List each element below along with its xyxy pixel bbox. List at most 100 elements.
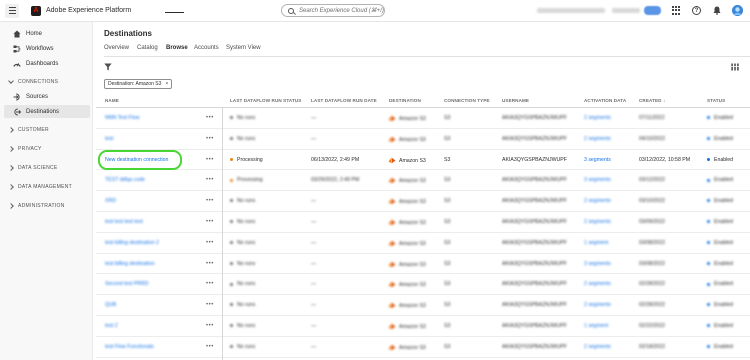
destination-name-link[interactable]: XRD xyxy=(105,198,116,204)
destination-name-link[interactable]: test billing destination 2 xyxy=(105,240,159,246)
apps-grid-icon[interactable] xyxy=(671,6,680,15)
help-icon[interactable]: ? xyxy=(692,6,701,15)
user-avatar[interactable] xyxy=(732,5,743,16)
tab-browse[interactable]: Browse xyxy=(166,45,188,51)
close-icon[interactable]: × xyxy=(165,81,168,87)
more-actions-icon[interactable]: ••• xyxy=(206,302,214,308)
table-row[interactable]: Second test PRRD ••• No runs — Amazon S3 S3 AK… xyxy=(96,274,750,296)
nav-home[interactable]: Home xyxy=(4,27,90,40)
hamburger-menu-icon[interactable] xyxy=(5,3,19,18)
adobe-logo[interactable]: A xyxy=(31,5,41,16)
run-date-cell: — xyxy=(311,219,317,225)
activation-data-link[interactable]: 2 segments xyxy=(584,115,611,121)
column-header-created[interactable]: CREATED ↓ xyxy=(639,98,665,103)
more-actions-icon[interactable]: ••• xyxy=(206,219,214,225)
nav-destinations-label: Destinations xyxy=(26,108,60,115)
more-actions-icon[interactable]: ••• xyxy=(206,344,214,350)
nav-destinations[interactable]: Destinations xyxy=(4,105,90,118)
activation-data-link[interactable]: 3 segments xyxy=(584,157,611,163)
destination-name-link[interactable]: test Flow Functionals xyxy=(105,344,154,350)
table-row[interactable]: test ••• No runs — Amazon S3 S3 AKIA3QYGSPBAZN… xyxy=(96,129,750,150)
column-header-run-date[interactable]: LAST DATAFLOW RUN DATE xyxy=(311,98,377,103)
amazon-s3-icon xyxy=(388,344,396,351)
destination-name-link[interactable]: test test test test xyxy=(105,219,143,225)
activation-data-link[interactable]: 1 segment xyxy=(584,240,608,246)
destination-name-link[interactable]: QUB xyxy=(105,302,116,308)
activation-data-link[interactable]: 2 segments xyxy=(584,281,611,287)
tab-catalog[interactable]: Catalog xyxy=(137,45,158,51)
activation-data-link[interactable]: 2 segments xyxy=(584,198,611,204)
column-header-activation-data[interactable]: ACTIVATION DATA xyxy=(584,98,626,103)
more-actions-icon[interactable]: ••• xyxy=(206,177,214,183)
table-row[interactable]: test billing destination ••• No runs — Amazo… xyxy=(96,254,750,275)
chevron-right-icon xyxy=(8,127,14,133)
column-settings-icon[interactable] xyxy=(731,63,740,71)
activation-data-link[interactable]: 2 segments xyxy=(584,219,611,225)
table-row[interactable]: XRD ••• No runs — Amazon S3 S3 AKIA3QYGSPBAZNJ… xyxy=(96,191,750,212)
sandbox-switcher[interactable] xyxy=(612,8,640,13)
tab-overview[interactable]: Overview xyxy=(104,45,129,51)
destination-name-link[interactable]: test xyxy=(105,136,113,142)
more-actions-icon[interactable]: ••• xyxy=(206,323,214,329)
activation-data-link[interactable]: 2 segments xyxy=(584,136,611,142)
section-connections[interactable]: CONNECTIONS xyxy=(8,78,58,85)
table-row[interactable]: test test test test ••• No runs — Amazon S3 S… xyxy=(96,212,750,233)
column-header-username[interactable]: USERNAME xyxy=(502,98,529,103)
tab-accounts[interactable]: Accounts xyxy=(194,45,219,51)
table-row[interactable]: test 2 ••• No runs — Amazon S3 S3 AKIA3QYGSPBA… xyxy=(96,316,750,337)
section-data-management[interactable]: DATA MANAGEMENT xyxy=(8,184,72,190)
column-header-name[interactable]: NAME xyxy=(105,98,119,103)
connection-type-cell: S3 xyxy=(444,239,451,246)
tab-system-view[interactable]: System View xyxy=(226,45,261,51)
destination-name-link[interactable]: test 2 xyxy=(105,323,118,329)
activation-data-link[interactable]: 1 segment xyxy=(584,323,608,329)
more-actions-icon[interactable]: ••• xyxy=(206,240,214,246)
destination-name-link[interactable]: Second test PRRD xyxy=(105,281,149,287)
column-header-run-status[interactable]: LAST DATAFLOW RUN STATUS xyxy=(230,98,301,103)
more-actions-icon[interactable]: ••• xyxy=(206,261,214,267)
table-row[interactable]: New destination connection ••• Processing 0… xyxy=(96,149,750,171)
destination-name-link[interactable]: NNN Test Flow xyxy=(105,115,140,121)
filter-icon[interactable] xyxy=(104,63,112,71)
activation-data-link[interactable]: 3 segments xyxy=(584,177,611,183)
nav-dashboards[interactable]: Dashboards xyxy=(4,57,90,70)
more-actions-icon[interactable]: ••• xyxy=(206,198,214,204)
table-row[interactable]: NNN Test Flow ••• No runs — Amazon S3 S3 AKIA3… xyxy=(96,108,750,129)
sandbox-badge[interactable] xyxy=(644,6,661,15)
table-row[interactable]: QUB ••• No runs — Amazon S3 S3 AKIA3QYGSPBAZNJ… xyxy=(96,295,750,316)
table-row[interactable]: test Flow Functionals ••• No runs — Amazon S… xyxy=(96,337,750,358)
table-row[interactable]: test billing destination 2 ••• No runs — Ama… xyxy=(96,233,750,254)
column-header-connection-type[interactable]: CONNECTION TYPE xyxy=(444,98,490,103)
more-actions-icon[interactable]: ••• xyxy=(206,281,214,287)
destination-name-link[interactable]: test billing destination xyxy=(105,261,155,267)
more-actions-icon[interactable]: ••• xyxy=(206,157,214,163)
nav-workflows[interactable]: Workflows xyxy=(4,42,90,55)
column-header-destination[interactable]: DESTINATION xyxy=(389,98,421,103)
more-actions-icon[interactable]: ••• xyxy=(206,115,214,121)
section-data-science[interactable]: DATA SCIENCE xyxy=(8,165,58,171)
app-title[interactable]: Adobe Experience Platform xyxy=(46,7,131,14)
run-date-cell: 06/13/2022, 2:49 PM xyxy=(311,156,360,163)
connection-type-cell: S3 xyxy=(444,302,451,309)
search-input[interactable]: Search Experience Cloud (⌘+/) xyxy=(281,4,385,17)
frozen-column-divider xyxy=(222,108,223,360)
notifications-bell-icon[interactable] xyxy=(712,6,721,15)
section-administration[interactable]: ADMINISTRATION xyxy=(8,203,65,209)
sort-descending-icon: ↓ xyxy=(662,98,666,103)
table-row[interactable]: TEST ddlqa code ••• Processing 03/29/2022, … xyxy=(96,170,750,192)
activation-data-link[interactable]: 3 segments xyxy=(584,261,611,267)
section-privacy[interactable]: PRIVACY xyxy=(8,146,42,152)
activation-data-link[interactable]: 2 segments xyxy=(584,344,611,350)
run-status-dot xyxy=(230,157,233,161)
destination-name-link[interactable]: TEST ddlqa code xyxy=(105,177,145,183)
filter-chip[interactable]: Destination: Amazon S3 × xyxy=(104,79,173,89)
nav-sources[interactable]: Sources xyxy=(4,90,90,103)
section-customer[interactable]: CUSTOMER xyxy=(8,127,49,133)
username-cell: AKIA3QYGSPBAZNJWUPF xyxy=(502,323,567,329)
status-text: Enabled xyxy=(714,156,734,163)
column-header-status[interactable]: STATUS xyxy=(707,98,725,103)
more-actions-icon[interactable]: ••• xyxy=(206,136,214,142)
org-switcher[interactable] xyxy=(537,8,605,13)
activation-data-link[interactable]: 2 segments xyxy=(584,302,611,308)
nav-home-label: Home xyxy=(26,30,43,37)
